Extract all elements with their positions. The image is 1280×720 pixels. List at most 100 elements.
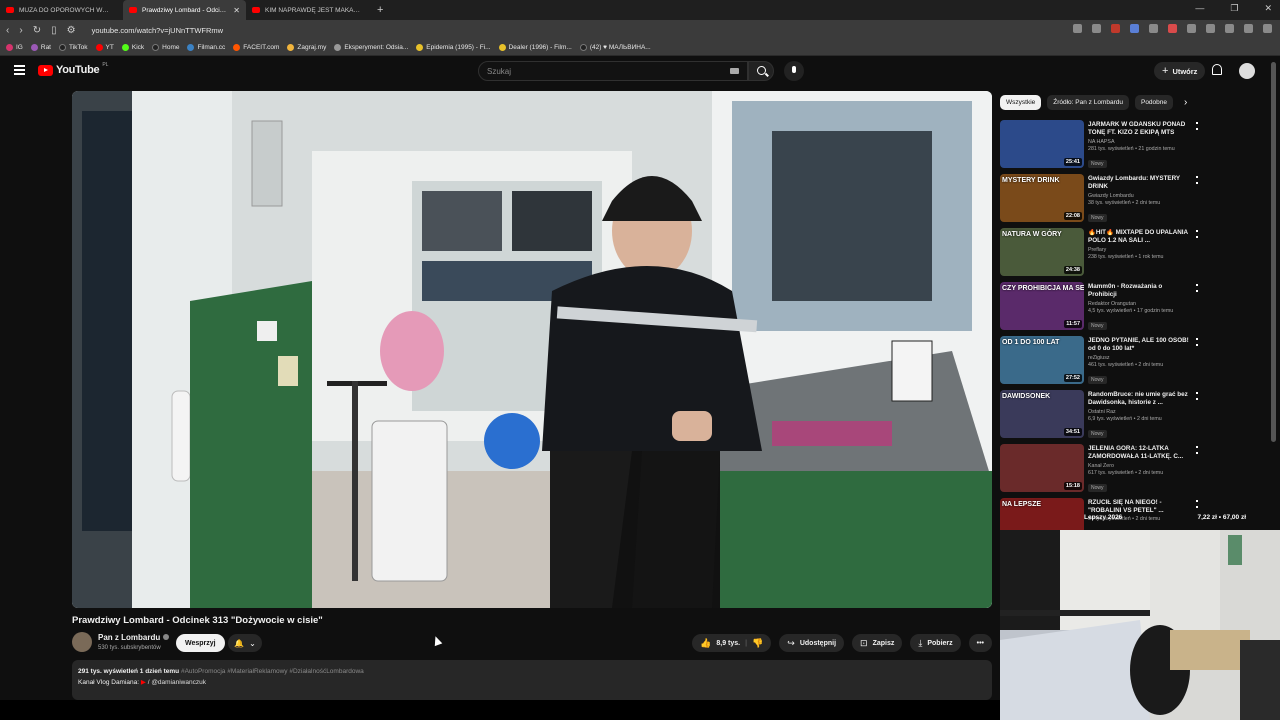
hashtags[interactable]: #AutoPromocja #MateriałReklamowy #Działa… <box>181 668 364 675</box>
video-thumbnail[interactable]: MYSTERY DRINK 22:08 <box>1000 174 1084 222</box>
video-thumbnail[interactable]: 15:18 <box>1000 444 1084 492</box>
support-button[interactable]: Wesprzyj <box>176 634 225 652</box>
bookmark-item[interactable]: Filman.cc <box>187 44 225 51</box>
notifications-bell-icon[interactable] <box>1212 64 1222 75</box>
bookmark-item[interactable]: (42) ♥ МАЛЬВИНА... <box>579 44 651 51</box>
extension-icon[interactable] <box>1168 24 1177 33</box>
recommendation-channel[interactable]: NA HAPSA <box>1088 139 1192 145</box>
bookmark-item[interactable]: Rat <box>30 44 51 51</box>
share-button[interactable]: ↪ Udostępnij <box>779 634 845 652</box>
extension-icon[interactable] <box>1244 24 1253 33</box>
channel-avatar[interactable] <box>72 632 92 652</box>
avatar[interactable] <box>1239 63 1255 79</box>
video-thumbnail[interactable]: NATURA W GÓRY 24:38 <box>1000 228 1084 276</box>
minimize-icon[interactable]: — <box>1195 3 1204 14</box>
back-icon[interactable]: ‹ <box>6 25 9 36</box>
more-actions-button[interactable]: ••• <box>968 634 992 652</box>
search-input[interactable]: Szukaj <box>478 61 748 81</box>
chevron-right-icon[interactable]: › <box>1184 97 1187 108</box>
recommendation-item[interactable]: CZY PROHIBICJA MA SENS? 11:57 Mamm0n - Roz… <box>1000 282 1210 336</box>
recommendation-item[interactable]: NATURA W GÓRY 24:38 🔥HIT🔥 MIXTAPE DO UPALA… <box>1000 228 1210 282</box>
more-options-icon[interactable] <box>1196 176 1198 184</box>
recommendation-item[interactable]: DAWIDSONEK 34:51 RandomBruce: nie umie gra… <box>1000 390 1210 444</box>
extension-icon[interactable] <box>1130 24 1139 33</box>
maximize-icon[interactable]: ❐ <box>1230 3 1238 14</box>
profile-icon[interactable] <box>1263 24 1272 33</box>
browser-tab-2[interactable]: Prawdziwy Lombard - Odcinek 313 ✕ <box>123 0 246 20</box>
recommendation-item[interactable]: 25:41 JARMARK W GDAŃSKU PONAD TONĘ FT. KI… <box>1000 120 1210 174</box>
thumbs-down-icon[interactable]: 👎 <box>752 638 763 649</box>
extension-icon[interactable] <box>1187 24 1196 33</box>
recommendation-channel[interactable]: reZigiusz <box>1088 355 1192 361</box>
recommendation-title[interactable]: JEDNO PYTANIE, ALE 100 OSÓB! od 0 do 100… <box>1088 337 1192 353</box>
more-options-icon[interactable] <box>1196 284 1198 292</box>
more-options-icon[interactable] <box>1196 500 1198 508</box>
more-options-icon[interactable] <box>1196 392 1198 400</box>
bookmark-item[interactable]: IG <box>6 44 23 51</box>
recommendation-title[interactable]: 🔥HIT🔥 MIXTAPE DO UPALANIA POLO 1.2 NA SA… <box>1088 229 1192 245</box>
bookmark-item[interactable]: Home <box>152 44 179 51</box>
save-button[interactable]: ⊡ Zapisz <box>852 634 903 652</box>
chip-source[interactable]: Źródło: Pan z Lombardu <box>1047 95 1129 110</box>
browser-tab-1[interactable]: MUZA DO OPOROWYCH WYSCIGOW <box>0 0 123 20</box>
more-options-icon[interactable] <box>1196 122 1198 130</box>
bookmark-item[interactable]: TikTok <box>59 44 88 51</box>
description-box[interactable]: 291 tys. wyświetleń 1 dzień temu #AutoPr… <box>72 660 992 700</box>
recommendation-channel[interactable]: Kanał Zero <box>1088 463 1192 469</box>
bookmark-item[interactable]: Epidemia (1995) - Fi... <box>416 44 491 51</box>
recommendation-channel[interactable]: Preflary <box>1088 247 1192 253</box>
recommendation-title[interactable]: Gwiazdy Lombardu: MYSTERY DRINK <box>1088 175 1192 191</box>
url-field[interactable]: youtube.com/watch?v=jUNnTTWFRmw <box>92 26 224 35</box>
bookmark-item[interactable]: Dealer (1996) - Film... <box>498 44 572 51</box>
recommendation-item[interactable]: MYSTERY DRINK 22:08 Gwiazdy Lombardu: MYST… <box>1000 174 1210 228</box>
extension-icon[interactable] <box>1225 24 1234 33</box>
forward-icon[interactable]: › <box>19 25 22 36</box>
recommendation-channel[interactable]: Ostatni Raz <box>1088 409 1192 415</box>
search-icon[interactable] <box>748 61 774 81</box>
bookmark-item[interactable]: Eksperyment: Odsia... <box>334 44 408 51</box>
more-options-icon[interactable] <box>1196 446 1198 454</box>
like-button[interactable]: 👍 8,9 tys. | 👎 <box>692 634 772 652</box>
recommendation-title[interactable]: RandomBruce: nie umie grać bez Dawidsonk… <box>1088 391 1192 407</box>
youtube-logo[interactable]: YouTube PL <box>38 62 108 76</box>
recommendation-item[interactable]: 15:18 JELENIA GÓRA: 12-LATKA ZAMORDOWAŁA … <box>1000 444 1210 498</box>
more-options-icon[interactable] <box>1196 338 1198 346</box>
extension-icon[interactable] <box>1092 24 1101 33</box>
close-window-icon[interactable]: ✕ <box>1264 3 1272 14</box>
recommendation-channel[interactable]: Redaktor Orangutan <box>1088 301 1192 307</box>
video-thumbnail[interactable]: CZY PROHIBICJA MA SENS? 11:57 <box>1000 282 1084 330</box>
scrollbar[interactable] <box>1271 62 1276 442</box>
video-thumbnail[interactable]: 25:41 <box>1000 120 1084 168</box>
close-tab-icon[interactable]: ✕ <box>233 6 240 15</box>
extension-icon[interactable] <box>1149 24 1158 33</box>
channel-name[interactable]: Pan z Lombardu <box>98 633 170 642</box>
site-info-icon[interactable]: ⚙ <box>67 25 76 36</box>
chip-similar[interactable]: Podobne <box>1134 95 1174 110</box>
bookmark-item[interactable]: YT <box>95 44 114 51</box>
extension-icon[interactable] <box>1073 24 1082 33</box>
channel-link[interactable]: / @damianiwanczuk <box>148 679 206 686</box>
recommendation-channel[interactable]: Gwiazdy Lombardu <box>1088 193 1192 199</box>
extension-icon[interactable] <box>1111 24 1120 33</box>
browser-tab-3[interactable]: KIM NAPRAWDĘ JEST MAKALIER? W <box>246 0 369 20</box>
hamburger-menu-icon[interactable] <box>14 65 25 75</box>
extension-icon[interactable] <box>1206 24 1215 33</box>
subscription-bell-button[interactable]: 🔔 ⌄ <box>228 634 262 652</box>
create-button[interactable]: + Utwórz <box>1154 62 1206 80</box>
more-options-icon[interactable] <box>1196 230 1198 238</box>
reload-icon[interactable]: ↻ <box>33 25 41 36</box>
recommendation-item[interactable]: OD 1 DO 100 LAT 27:52 JEDNO PYTANIE, ALE 1… <box>1000 336 1210 390</box>
recommendation-title[interactable]: JELENIA GÓRA: 12-LATKA ZAMORDOWAŁA 11-LA… <box>1088 445 1192 461</box>
bookmark-item[interactable]: Kick <box>121 44 144 51</box>
video-thumbnail[interactable]: OD 1 DO 100 LAT 27:52 <box>1000 336 1084 384</box>
chip-all[interactable]: Wszystkie <box>1000 95 1042 110</box>
keyboard-icon[interactable] <box>730 68 739 74</box>
download-button[interactable]: ⤓ Pobierz <box>910 634 961 652</box>
video-thumbnail[interactable]: DAWIDSONEK 34:51 <box>1000 390 1084 438</box>
recommendation-title[interactable]: Mamm0n - Rozważania o Prohibicji <box>1088 283 1192 299</box>
new-tab-button[interactable]: + <box>369 4 391 16</box>
microphone-icon[interactable] <box>784 61 804 81</box>
video-player[interactable] <box>72 91 992 608</box>
bookmark-item[interactable]: Zagraj.my <box>287 44 326 51</box>
bookmark-icon[interactable]: ▯ <box>51 25 57 36</box>
